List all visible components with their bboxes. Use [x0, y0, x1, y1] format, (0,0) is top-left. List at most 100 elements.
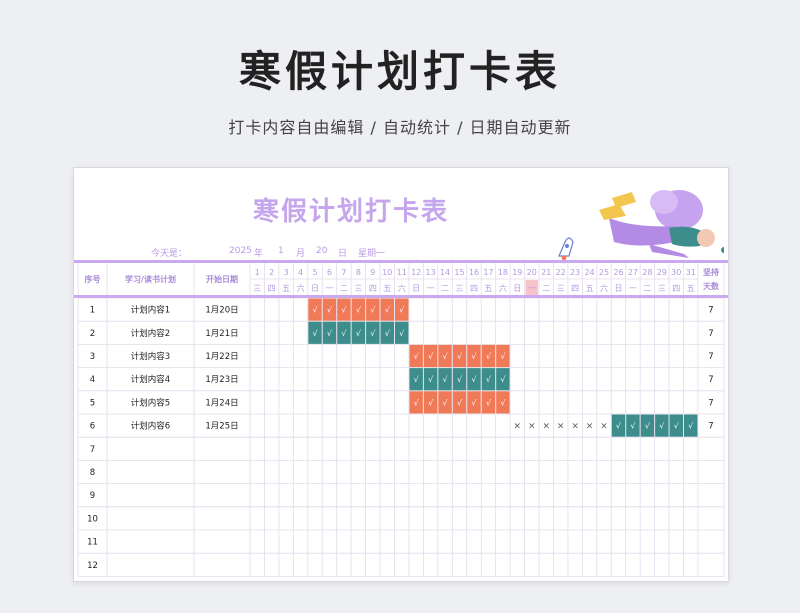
check-mark: √ — [414, 352, 420, 361]
header-weekday: 六 — [398, 283, 406, 293]
header-weekday: 三 — [456, 284, 464, 293]
check-mark: √ — [457, 375, 463, 384]
check-mark: √ — [443, 352, 449, 361]
row-plan: 计划内容1 — [131, 305, 170, 316]
header-weekday: 三 — [557, 284, 565, 293]
checkin-sheet: 寒假计划打卡表 今天是： 2025 年 1 月 20 日 星期一 序号 学习/读… — [73, 167, 729, 582]
header-weekday: 六 — [297, 283, 305, 293]
row-persist-days: 7 — [708, 375, 713, 385]
header-weekday: 一 — [427, 284, 435, 293]
check-mark: √ — [356, 306, 362, 315]
header-day-number: 8 — [356, 268, 361, 277]
check-mark: √ — [385, 329, 391, 338]
header-weekday: 三 — [658, 284, 666, 293]
header-weekday: 三 — [354, 284, 362, 293]
header-day-number: 4 — [298, 268, 303, 277]
row-plan: 计划内容4 — [131, 374, 170, 385]
row-index: 3 — [90, 352, 95, 362]
row-persist-days: 7 — [708, 422, 713, 432]
header-weekday: 二 — [542, 284, 550, 293]
check-mark: √ — [385, 306, 391, 315]
row-start-date: 1月23日 — [205, 375, 238, 385]
header-weekday: 四 — [672, 284, 680, 293]
check-mark: √ — [659, 422, 665, 431]
check-mark: √ — [486, 375, 492, 384]
row-plan: 计划内容5 — [131, 397, 170, 408]
header-weekday: 五 — [687, 284, 695, 293]
row-start-date: 1月22日 — [205, 352, 238, 362]
check-mark: √ — [688, 422, 694, 431]
header-weekday: 五 — [383, 284, 391, 293]
header-day-number: 15 — [454, 268, 464, 277]
header-day-number: 29 — [657, 268, 667, 277]
page-title: 寒假计划打卡表 — [238, 47, 561, 96]
check-mark: √ — [341, 329, 347, 338]
header-persist-2: 天数 — [703, 281, 720, 291]
row-persist-days: 7 — [708, 306, 713, 316]
row-persist-days: 7 — [708, 329, 713, 339]
row-plan: 计划内容2 — [131, 328, 170, 339]
check-mark: √ — [443, 398, 449, 407]
header-band-top — [74, 260, 728, 263]
row-index: 7 — [90, 445, 95, 455]
check-mark: √ — [399, 306, 405, 315]
check-mark: √ — [341, 306, 347, 315]
header-weekday: 五 — [586, 284, 594, 293]
header-day-number: 10 — [382, 268, 392, 277]
check-mark: √ — [500, 398, 506, 407]
row-plan: 计划内容6 — [131, 421, 170, 432]
header-day-number: 27 — [628, 268, 638, 277]
header-weekday: 四 — [470, 284, 478, 293]
missed-mark: × — [557, 422, 565, 432]
missed-mark: × — [600, 422, 608, 432]
header-weekday: 四 — [369, 284, 377, 293]
header-day-number: 2 — [269, 268, 274, 277]
missed-mark: × — [514, 422, 522, 432]
header-day-number: 3 — [284, 268, 289, 277]
row-start-date: 1月20日 — [205, 306, 238, 316]
check-mark: √ — [471, 398, 477, 407]
header-weekday: 三 — [253, 284, 261, 293]
check-mark: √ — [399, 329, 405, 338]
header-weekday: 二 — [441, 284, 449, 293]
header-day-number: 22 — [556, 268, 566, 277]
check-mark: √ — [414, 375, 420, 384]
header-start: 开始日期 — [206, 274, 238, 284]
header-weekday: 五 — [484, 284, 492, 293]
check-mark: √ — [370, 329, 376, 338]
header-day-number: 7 — [341, 268, 346, 277]
header-day-number: 23 — [570, 268, 580, 277]
header-plan: 学习/读书计划 — [125, 274, 176, 284]
header-day-number: 30 — [671, 268, 681, 277]
row-index: 2 — [90, 329, 95, 339]
header-index: 序号 — [85, 274, 101, 284]
check-mark: √ — [630, 422, 636, 431]
row-index: 4 — [90, 375, 95, 385]
header-day-number: 21 — [541, 268, 551, 277]
missed-mark: × — [528, 422, 536, 432]
row-start-date: 1月21日 — [205, 329, 238, 339]
header-weekday: 日 — [614, 284, 622, 293]
header-day-number: 6 — [327, 268, 332, 277]
check-mark: √ — [645, 422, 651, 431]
page-subtitle: 打卡内容自由编辑 / 自动统计 / 日期自动更新 — [228, 118, 572, 137]
header-weekday: 一 — [325, 284, 333, 293]
row-plan: 计划内容3 — [131, 351, 170, 362]
check-mark: √ — [428, 375, 434, 384]
row-index: 11 — [87, 538, 98, 548]
check-mark: √ — [312, 306, 318, 315]
header-day-number: 11 — [397, 268, 407, 277]
header-weekday: 五 — [282, 284, 290, 293]
header-day-number: 13 — [426, 268, 436, 277]
row-index: 9 — [90, 491, 95, 501]
row-start-date: 1月24日 — [205, 398, 238, 408]
header-weekday: 日 — [412, 284, 420, 293]
header-band-bottom — [74, 295, 728, 298]
header-weekday: 二 — [340, 284, 348, 293]
row-index: 5 — [90, 398, 95, 408]
check-mark: √ — [457, 352, 463, 361]
check-mark: √ — [674, 422, 680, 431]
missed-mark: × — [571, 422, 579, 432]
check-mark: √ — [486, 352, 492, 361]
header-persist-1: 坚持 — [703, 267, 719, 277]
